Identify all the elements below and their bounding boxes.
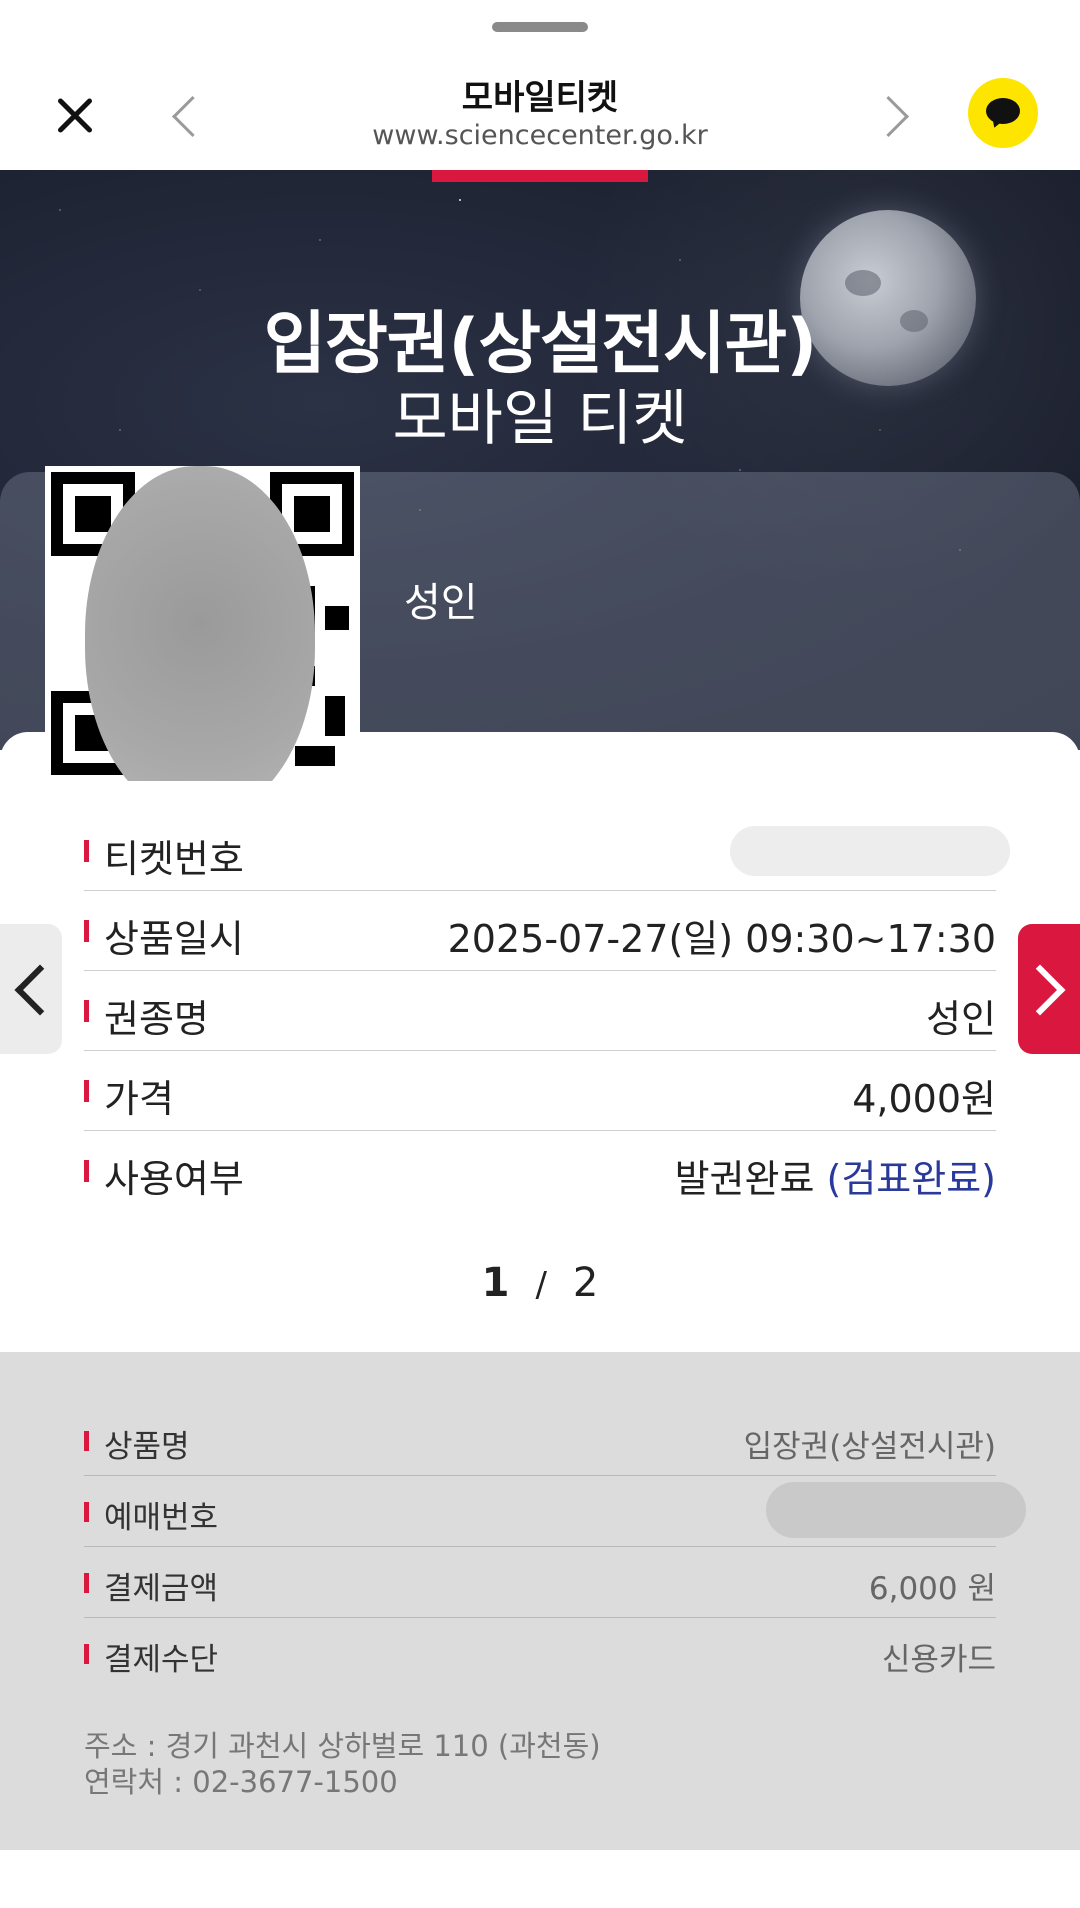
row-label: 결제수단 [104,1642,219,1678]
check-status: (검표완료) [826,1157,997,1201]
page-bottom [0,1850,1080,1908]
row-label: 예매번호 [104,1500,219,1536]
info-row: 결제수단 신용카드 [84,1618,996,1688]
chevron-left-icon [14,964,66,1016]
forward-button[interactable] [867,90,914,140]
row-value: 입장권(상설전시관) [743,1429,996,1465]
venue-contact: 주소 : 경기 과천시 상하벌로 110 (과천동) 연락처 : 02-3677… [84,1728,601,1800]
qr-code [45,466,360,781]
venue-address: 주소 : 경기 과천시 상하벌로 110 (과천동) [84,1729,601,1763]
row-marker [84,920,89,942]
row-label: 상품명 [104,1429,190,1465]
row-marker [84,1160,89,1182]
page-url: www.sciencecenter.go.kr [372,120,708,151]
pager-current: 1 [481,1260,510,1306]
row-label: 사용여부 [104,1157,244,1201]
prev-ticket-button[interactable] [0,924,66,1054]
qr-redaction-blur [85,466,315,781]
row-label: 권종명 [104,997,209,1041]
ticket-row: 권종명 성인 [84,970,996,1051]
ticket-subtitle: 모바일 티켓 [392,384,688,454]
row-value: 발권완료 (검표완료) [675,1148,996,1203]
ticket-row: 사용여부 발권완료 (검표완료) [84,1130,996,1210]
row-marker [84,1502,89,1522]
ticket-pager: 1 / 2 [0,1260,1080,1306]
row-label: 가격 [104,1077,174,1121]
row-value: 4,000원 [852,1077,996,1121]
pager-separator: / [535,1265,547,1305]
row-value: 성인 [926,997,996,1041]
reservation-number-redaction [766,1482,1026,1538]
ticket-row: 티켓번호 [84,810,1010,891]
top-bar: 모바일티켓 www.sciencecenter.go.kr [0,0,1080,170]
info-row: 결제금액 6,000 원 [84,1547,996,1618]
row-marker [84,1644,89,1664]
info-row: 상품명 입장권(상설전시관) [84,1405,996,1476]
kakao-chat-button[interactable] [968,78,1038,148]
row-value: 신용카드 [881,1642,996,1678]
row-value: 2025-07-27(일) 09:30~17:30 [447,917,996,961]
chevron-right-icon [867,95,910,138]
next-ticket-button[interactable] [1014,924,1080,1054]
row-marker [84,840,89,862]
row-marker [84,1000,89,1022]
row-marker [84,1431,89,1451]
row-label: 티켓번호 [104,837,244,881]
usage-status: 발권완료 [674,1157,815,1201]
ticket-type-label: 성인 [404,580,478,626]
accent-tab [432,170,648,182]
pager-total: 2 [572,1260,599,1306]
info-row: 예매번호 [84,1476,1026,1547]
ticket-row: 상품일시 2025-07-27(일) 09:30~17:30 [84,890,996,971]
ticket-number-redaction [730,826,1010,876]
row-marker [84,1080,89,1102]
drag-handle[interactable] [492,22,588,32]
row-value: 6,000 원 [868,1571,996,1607]
venue-phone: 연락처 : 02-3677-1500 [84,1765,398,1799]
row-label: 결제금액 [104,1571,219,1607]
ticket-row: 가격 4,000원 [84,1050,996,1131]
row-label: 상품일시 [104,917,244,961]
row-marker [84,1573,89,1593]
chevron-right-icon [1014,964,1066,1016]
page-title: 모바일티켓 [461,78,619,118]
